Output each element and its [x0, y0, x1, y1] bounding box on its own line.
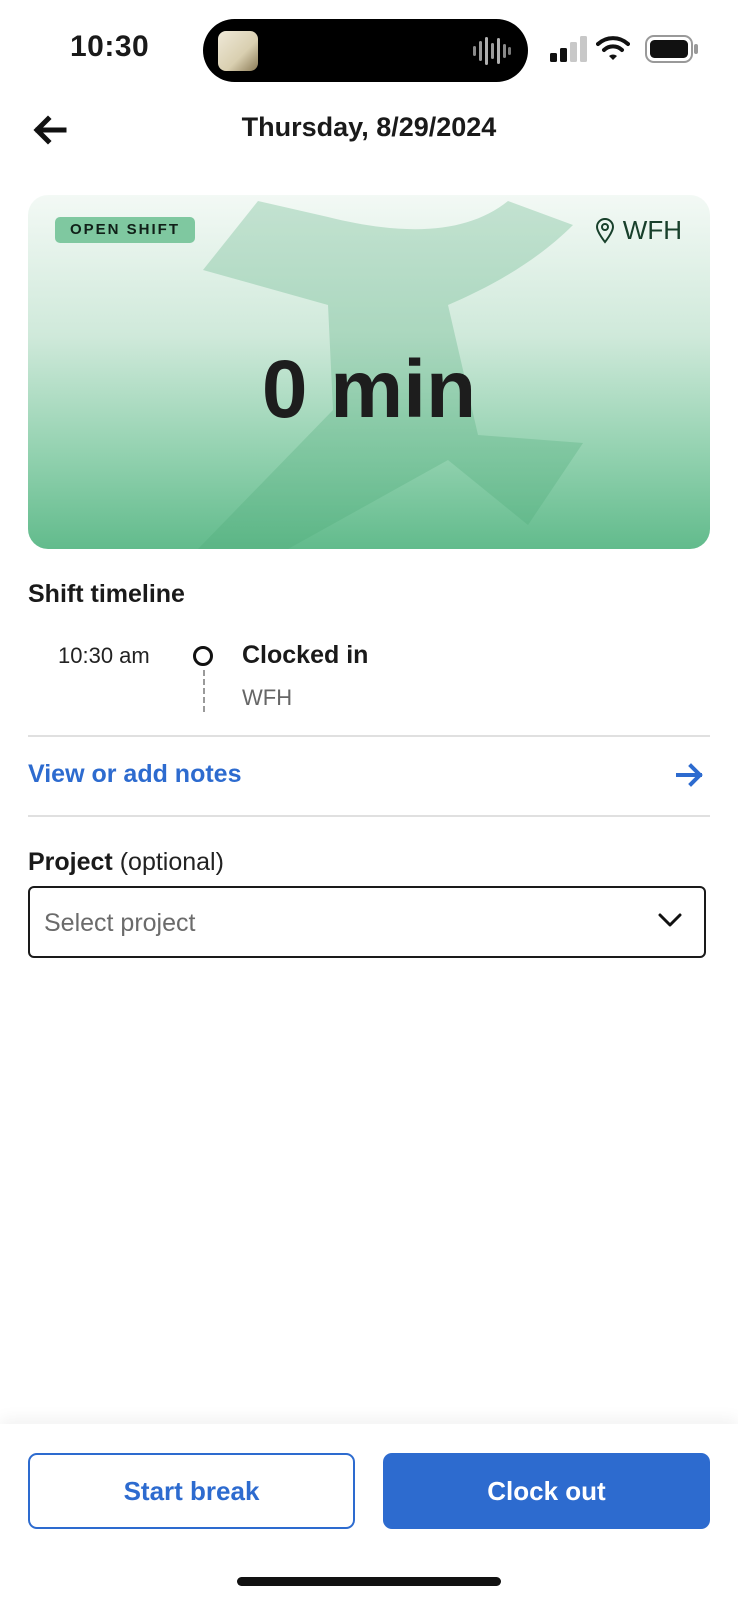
battery-icon: [645, 35, 698, 63]
project-select-placeholder: Select project: [44, 909, 196, 937]
divider: [28, 735, 710, 737]
shift-location-label: WFH: [622, 215, 682, 245]
audio-waveform-icon: [473, 37, 511, 65]
shift-duration: 0 min: [261, 344, 477, 435]
shift-location: WFH: [595, 215, 682, 246]
now-playing-artwork: [218, 31, 258, 71]
page-title: Thursday, 8/29/2024: [241, 112, 497, 142]
view-notes-link[interactable]: View or add notes: [28, 760, 241, 789]
wifi-icon: [596, 36, 630, 60]
start-break-button[interactable]: Start break: [28, 1453, 355, 1529]
project-label-text: Project: [28, 848, 113, 876]
status-time: 10:30: [70, 30, 150, 63]
status-bar: 10:30: [0, 0, 738, 100]
timeline-event-label: Clocked in: [242, 641, 369, 669]
dynamic-island[interactable]: [203, 19, 528, 82]
home-indicator[interactable]: [237, 1577, 501, 1586]
shift-timeline-title: Shift timeline: [28, 580, 185, 608]
location-pin-icon: [595, 217, 614, 244]
project-select[interactable]: Select project: [28, 886, 706, 958]
open-shift-badge: OPEN SHIFT: [55, 217, 196, 243]
timeline-connector: [203, 670, 205, 712]
arrow-right-icon[interactable]: [676, 762, 704, 788]
clock-out-button[interactable]: Clock out: [383, 1453, 710, 1529]
timeline-event-time: 10:30 am: [58, 643, 150, 668]
project-optional-text: (optional): [112, 848, 224, 876]
divider: [28, 815, 710, 817]
project-label: Project (optional): [28, 848, 224, 877]
timeline-dot-icon: [193, 646, 213, 666]
chevron-down-icon: [658, 913, 682, 927]
shift-card: OPEN SHIFT WFH 0 min: [28, 195, 710, 549]
bottom-action-bar: Start break Clock out: [0, 1424, 738, 1600]
timeline-event-location: WFH: [242, 685, 293, 710]
signal-icon: [550, 36, 587, 62]
